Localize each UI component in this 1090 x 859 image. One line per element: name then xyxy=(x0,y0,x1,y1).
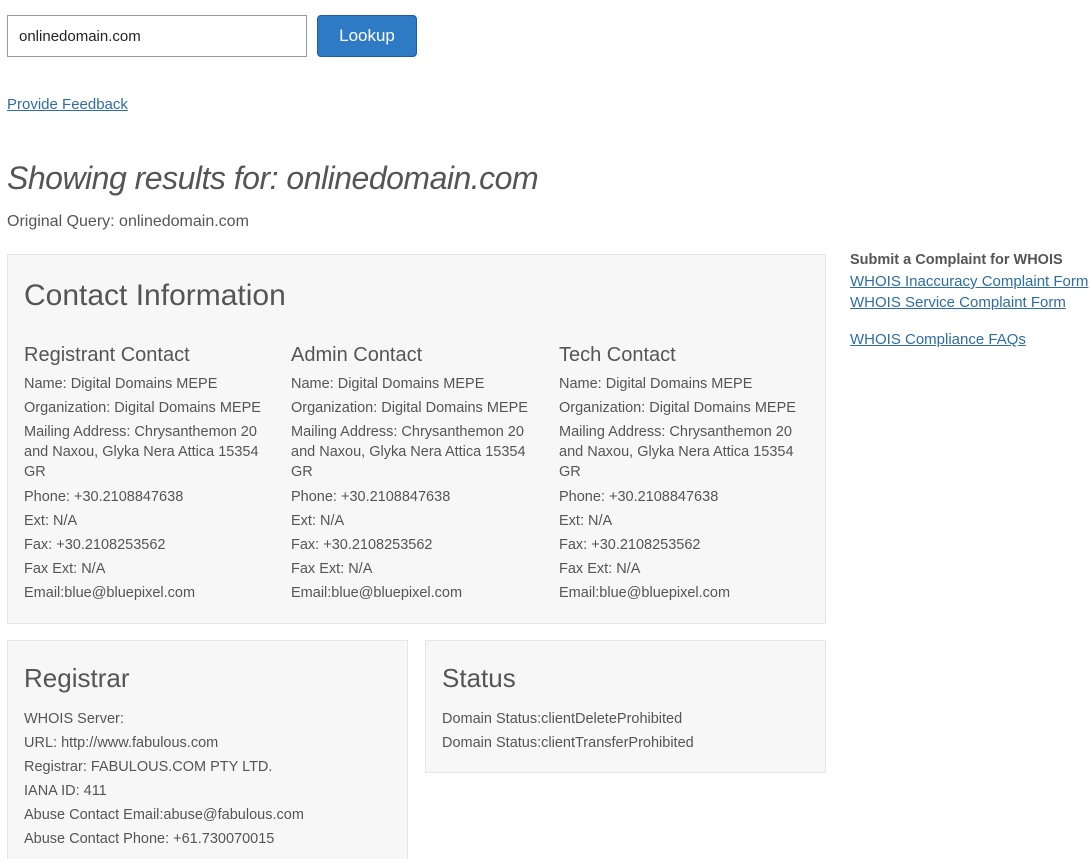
domain-status-delete: Domain Status:clientDeleteProhibited xyxy=(442,711,683,727)
provide-feedback-link[interactable]: Provide Feedback xyxy=(7,96,128,113)
registrar-abuse-email: Abuse Contact Email:abuse@fabulous.com xyxy=(24,807,304,823)
admin-contact: Admin Contact Name: Digital Domains MEPE… xyxy=(291,255,546,623)
tech-ext: Ext: N/A xyxy=(559,513,613,529)
tech-contact-title: Tech Contact xyxy=(559,344,676,366)
admin-fax-ext: Fax Ext: N/A xyxy=(291,561,373,577)
tech-fax-ext: Fax Ext: N/A xyxy=(559,561,641,577)
registrar-panel: Registrar WHOIS Server: URL: http://www.… xyxy=(7,640,408,859)
registrant-fax-ext: Fax Ext: N/A xyxy=(24,561,106,577)
registrant-name: Name: Digital Domains MEPE xyxy=(24,376,218,392)
registrant-contact-title: Registrant Contact xyxy=(24,344,190,366)
tech-contact: Tech Contact Name: Digital Domains MEPE … xyxy=(559,255,814,623)
registrant-ext: Ext: N/A xyxy=(24,513,78,529)
whois-page: Lookup Provide Feedback Showing results … xyxy=(0,0,1090,859)
admin-ext: Ext: N/A xyxy=(291,513,345,529)
tech-address: Mailing Address: Chrysanthemon 20 and Na… xyxy=(559,424,794,480)
registrar-title: Registrar xyxy=(24,663,130,693)
complaint-heading: Submit a Complaint for WHOIS xyxy=(850,252,1063,268)
lookup-button[interactable]: Lookup xyxy=(317,15,417,57)
tech-fax: Fax: +30.2108253562 xyxy=(559,537,701,553)
admin-contact-title: Admin Contact xyxy=(291,344,423,366)
admin-name: Name: Digital Domains MEPE xyxy=(291,376,485,392)
tech-email: Email:blue@bluepixel.com xyxy=(559,585,731,601)
admin-phone: Phone: +30.2108847638 xyxy=(291,489,451,505)
original-query: Original Query: onlinedomain.com xyxy=(7,213,249,230)
registrant-email: Email:blue@bluepixel.com xyxy=(24,585,196,601)
admin-email: Email:blue@bluepixel.com xyxy=(291,585,463,601)
whois-compliance-faqs-link[interactable]: WHOIS Compliance FAQs xyxy=(850,331,1026,348)
registrar-abuse-phone: Abuse Contact Phone: +61.730070015 xyxy=(24,831,275,847)
whois-service-complaint-link[interactable]: WHOIS Service Complaint Form xyxy=(850,294,1066,311)
status-panel: Status Domain Status:clientDeleteProhibi… xyxy=(425,640,826,773)
admin-organization: Organization: Digital Domains MEPE xyxy=(291,400,528,416)
registrant-fax: Fax: +30.2108253562 xyxy=(24,537,166,553)
tech-phone: Phone: +30.2108847638 xyxy=(559,489,719,505)
results-heading: Showing results for: onlinedomain.com xyxy=(7,160,539,196)
registrar-url: URL: http://www.fabulous.com xyxy=(24,735,219,751)
admin-fax: Fax: +30.2108253562 xyxy=(291,537,433,553)
contact-information-panel: Contact Information Registrant Contact N… xyxy=(7,254,826,624)
whois-inaccuracy-complaint-link[interactable]: WHOIS Inaccuracy Complaint Form xyxy=(850,273,1088,290)
registrant-address: Mailing Address: Chrysanthemon 20 and Na… xyxy=(24,424,259,480)
status-title: Status xyxy=(442,663,516,693)
registrar-iana-id: IANA ID: 411 xyxy=(24,783,107,799)
admin-address: Mailing Address: Chrysanthemon 20 and Na… xyxy=(291,424,526,480)
tech-organization: Organization: Digital Domains MEPE xyxy=(559,400,796,416)
domain-search-input[interactable] xyxy=(7,15,307,57)
registrar-whois-server: WHOIS Server: xyxy=(24,711,124,727)
domain-status-transfer: Domain Status:clientTransferProhibited xyxy=(442,735,694,751)
registrant-organization: Organization: Digital Domains MEPE xyxy=(24,400,261,416)
registrant-phone: Phone: +30.2108847638 xyxy=(24,489,184,505)
registrant-contact: Registrant Contact Name: Digital Domains… xyxy=(24,255,279,623)
tech-name: Name: Digital Domains MEPE xyxy=(559,376,753,392)
registrar-name: Registrar: FABULOUS.COM PTY LTD. xyxy=(24,759,273,775)
